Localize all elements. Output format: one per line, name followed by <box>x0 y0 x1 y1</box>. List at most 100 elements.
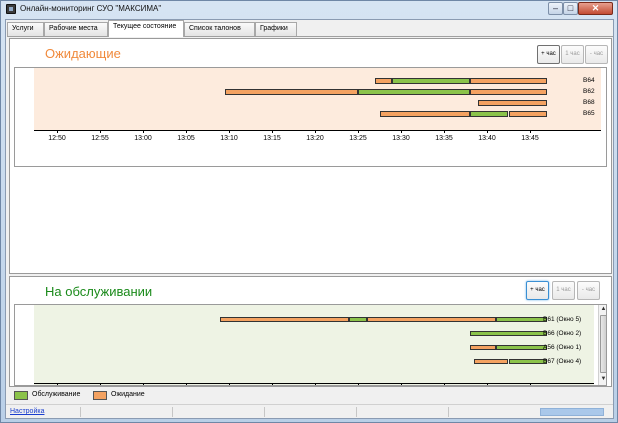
window-title: Онлайн-мониторинг СУО "МАКСИМА" <box>20 4 162 13</box>
time-axis <box>34 383 594 384</box>
waiting-chart: В64 В62 В68 В65 12:50 12:55 13:00 13:05 13:10 13:… <box>14 67 607 167</box>
settings-link[interactable]: Настройка <box>10 408 44 415</box>
time-axis-tick <box>358 130 359 133</box>
minimize-button[interactable]: – <box>548 2 563 15</box>
client-area: Услуги Рабочие места Текущее состояние С… <box>5 19 614 419</box>
time-axis <box>34 130 601 131</box>
timeline-bar-waiting <box>375 78 393 84</box>
status-separator <box>80 407 81 417</box>
close-icon: ✕ <box>591 3 600 13</box>
close-button[interactable]: ✕ <box>578 2 613 15</box>
service-panel-title: На обслуживании <box>45 284 153 299</box>
status-progress-bar <box>540 408 604 416</box>
service-one-hour-button[interactable]: 1 час <box>552 281 575 300</box>
tab-workplaces[interactable]: Рабочие места <box>44 22 108 36</box>
timeline-bar-service <box>469 111 509 117</box>
status-bar: Настройка <box>6 404 613 418</box>
service-chart: В61 (Окно 5) В66 (Окно 2) А56 (Окно 1) В67 … <box>14 304 607 386</box>
row-label: В68 <box>583 99 595 106</box>
service-zoom-in-button[interactable]: + час <box>526 281 549 300</box>
time-axis-tick <box>272 383 273 385</box>
tab-services[interactable]: Услуги <box>7 22 44 36</box>
time-axis-tick <box>315 383 316 385</box>
time-axis-tick <box>444 383 445 385</box>
tab-charts[interactable]: Графики <box>255 22 297 36</box>
time-axis-tick <box>57 130 58 133</box>
app-icon <box>6 4 16 14</box>
maximize-button[interactable]: □ <box>563 2 578 15</box>
row-label: В67 (Окно 4) <box>543 358 582 365</box>
scroll-up-icon[interactable]: ▲ <box>599 305 606 314</box>
scroll-down-icon[interactable]: ▼ <box>599 375 606 384</box>
status-separator <box>356 407 357 417</box>
service-zoom-out-button[interactable]: - час <box>577 281 600 300</box>
row-label: В65 <box>583 110 595 117</box>
row-label: В62 <box>583 88 595 95</box>
waiting-zoom-in-button[interactable]: + час <box>537 45 560 64</box>
timeline-bar-service <box>358 89 470 95</box>
time-axis-tick <box>100 383 101 385</box>
time-axis-tick-label: 13:45 <box>521 135 539 142</box>
row-label: А56 (Окно 1) <box>543 344 582 351</box>
time-axis-tick <box>530 383 531 385</box>
timeline-bar-waiting <box>220 317 350 322</box>
timeline-bar-service <box>349 317 367 322</box>
tab-ticket-list[interactable]: Список талонов <box>184 22 255 36</box>
time-axis-tick-label: 13:10 <box>220 135 238 142</box>
timeline-bar-service <box>392 78 470 84</box>
timeline-bar-service <box>469 331 548 336</box>
timeline-bar-waiting <box>379 111 470 117</box>
timeline-bar-waiting <box>474 359 509 364</box>
time-axis-tick <box>401 383 402 385</box>
title-bar[interactable]: Онлайн-мониторинг СУО "МАКСИМА" – □ ✕ <box>1 1 617 18</box>
time-axis-tick <box>57 383 58 385</box>
time-axis-tick <box>186 130 187 133</box>
status-separator <box>264 407 265 417</box>
timeline-bar-waiting <box>366 317 496 322</box>
time-axis-tick <box>315 130 316 133</box>
tab-current-state[interactable]: Текущее состояние <box>108 20 184 37</box>
service-legend-swatch <box>14 391 28 400</box>
time-axis-tick <box>229 383 230 385</box>
waiting-legend-label: Ожидание <box>111 391 145 398</box>
time-axis-tick-label: 12:50 <box>48 135 66 142</box>
time-axis-tick <box>487 383 488 385</box>
time-axis-tick <box>143 130 144 133</box>
row-label: В61 (Окно 5) <box>543 316 582 323</box>
time-axis-tick-label: 13:25 <box>349 135 367 142</box>
waiting-legend-swatch <box>93 391 107 400</box>
time-axis-tick-label: 13:20 <box>306 135 324 142</box>
time-axis-tick <box>358 383 359 385</box>
waiting-panel: Ожидающие + час 1 час - час В64 В62 В68 В65… <box>9 38 612 274</box>
time-axis-tick <box>401 130 402 133</box>
legend: Обслуживание Ожидание <box>9 388 612 404</box>
timeline-bar-waiting <box>478 100 548 106</box>
time-axis-tick <box>487 130 488 133</box>
waiting-zoom-out-button[interactable]: - час <box>585 45 608 64</box>
timeline-bar-service <box>495 317 548 322</box>
time-axis-tick <box>530 130 531 133</box>
time-axis-tick-label: 13:00 <box>134 135 152 142</box>
service-legend-label: Обслуживание <box>32 391 81 398</box>
time-axis-tick-label: 13:40 <box>478 135 496 142</box>
time-axis-tick-label: 13:30 <box>392 135 410 142</box>
timeline-bar-service <box>508 359 548 364</box>
waiting-one-hour-button[interactable]: 1 час <box>561 45 584 64</box>
timeline-bar-service <box>495 345 548 350</box>
status-separator <box>172 407 173 417</box>
timeline-bar-waiting <box>469 345 496 350</box>
row-label: В66 (Окно 2) <box>543 330 582 337</box>
time-axis-tick-label: 13:05 <box>177 135 195 142</box>
time-axis-tick <box>100 130 101 133</box>
time-axis-tick-label: 12:55 <box>91 135 109 142</box>
timeline-bar-waiting <box>469 78 548 84</box>
app-window: Онлайн-мониторинг СУО "МАКСИМА" – □ ✕ Ус… <box>0 0 618 423</box>
minimize-icon: – <box>552 3 558 13</box>
service-vertical-scrollbar[interactable]: ▲ ▼ <box>598 305 606 385</box>
waiting-panel-title: Ожидающие <box>45 46 121 61</box>
time-axis-tick <box>444 130 445 133</box>
tab-strip: Услуги Рабочие места Текущее состояние С… <box>7 20 613 37</box>
time-axis-tick <box>186 383 187 385</box>
scrollbar-thumb[interactable] <box>600 315 606 373</box>
time-axis-tick-label: 13:15 <box>263 135 281 142</box>
